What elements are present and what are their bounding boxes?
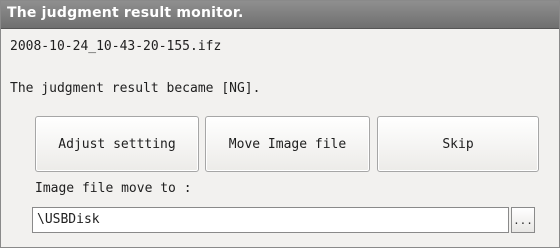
dialog-title: The judgment result monitor. — [7, 5, 244, 21]
image-filename: 2008-10-24_10-43-20-155.ifz — [10, 39, 222, 54]
title-bar: The judgment result monitor. — [1, 1, 559, 29]
result-monitor-dialog: The judgment result monitor. 2008-10-24_… — [0, 0, 560, 248]
destination-label: Image file move to : — [35, 181, 192, 196]
move-image-file-button[interactable]: Move Image file — [205, 116, 370, 172]
adjust-setting-button[interactable]: Adjust settting — [35, 116, 199, 172]
skip-button[interactable]: Skip — [377, 116, 539, 172]
judgment-message: The judgment result became [NG]. — [10, 81, 261, 96]
browse-button[interactable]: ... — [511, 207, 535, 233]
destination-path-field[interactable]: \USBDisk — [32, 207, 509, 233]
